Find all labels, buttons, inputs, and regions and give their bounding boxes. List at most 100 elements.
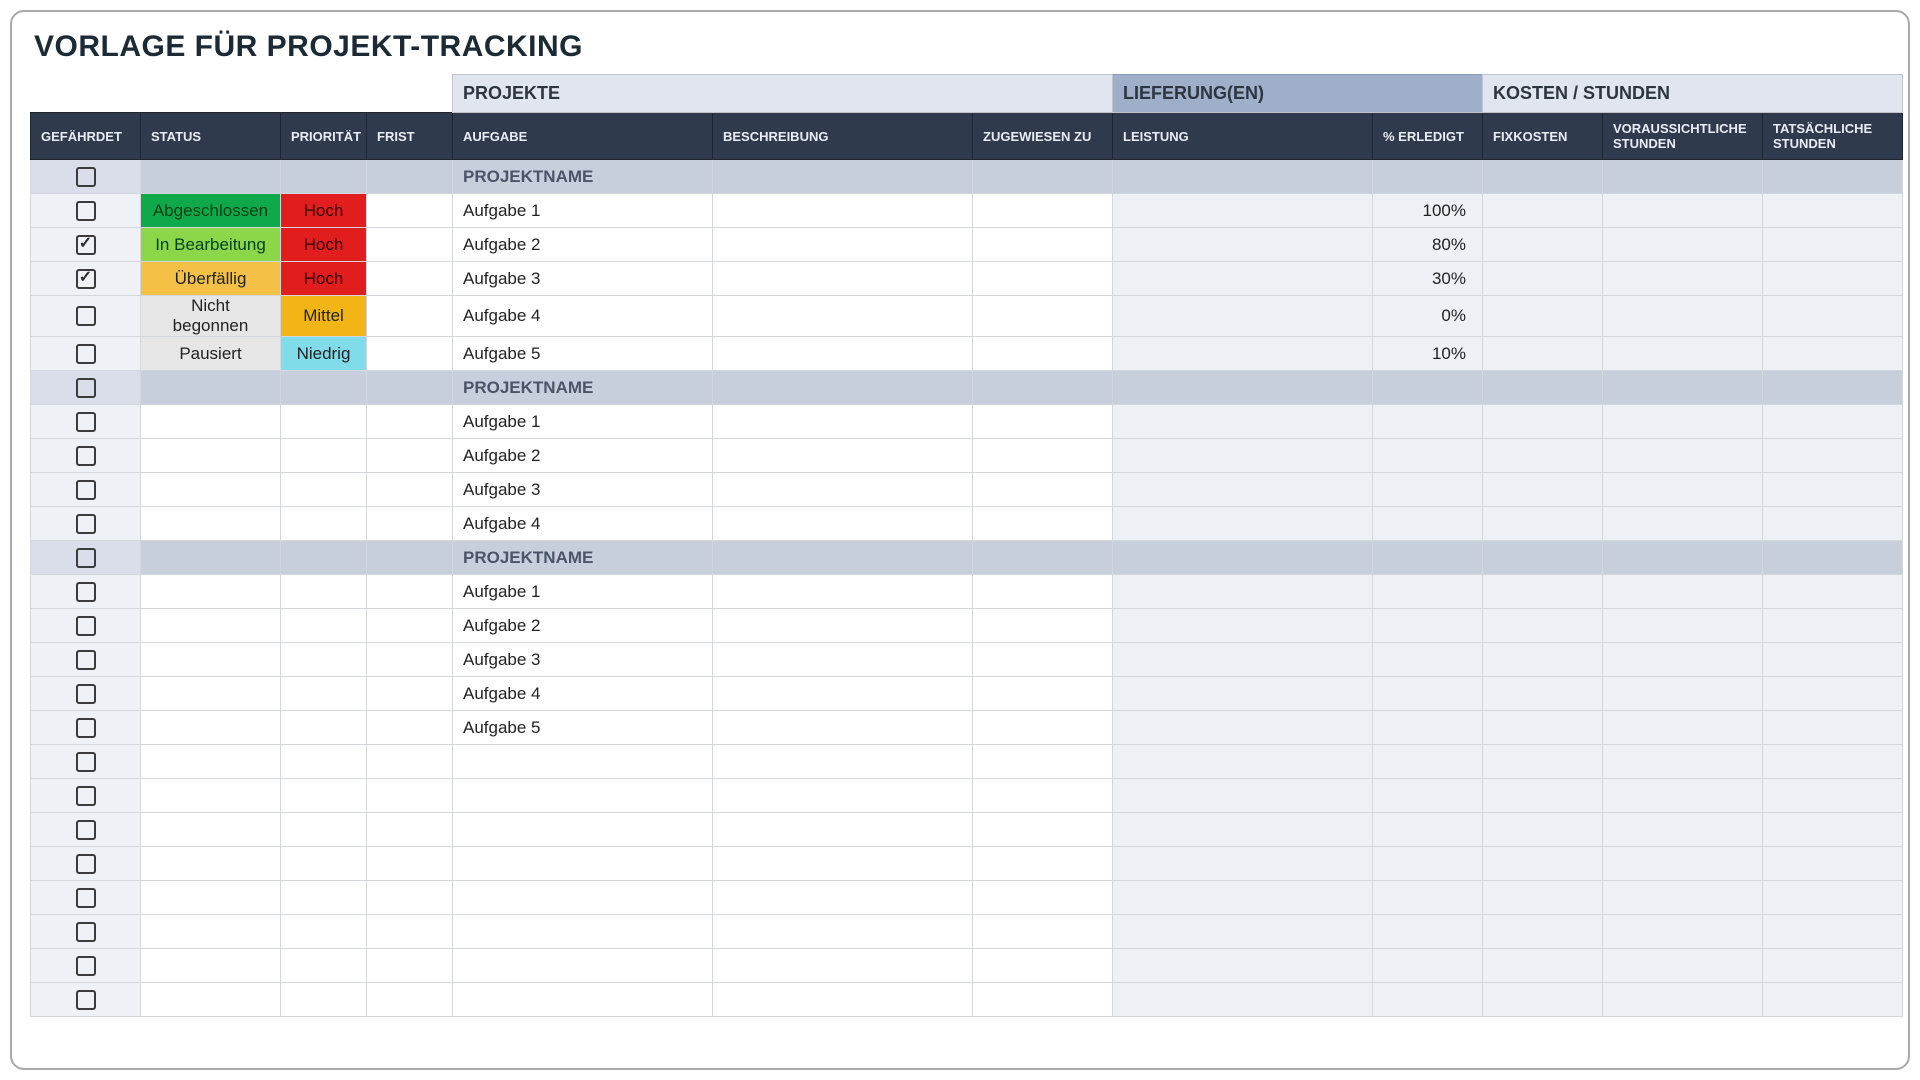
status-cell[interactable]: Nicht begonnen <box>141 296 281 337</box>
actual-hours-cell[interactable] <box>1763 405 1903 439</box>
blank-row[interactable] <box>31 779 1903 813</box>
estimated-hours-cell[interactable] <box>1603 779 1763 813</box>
frist-cell[interactable] <box>367 405 453 439</box>
performance-cell[interactable] <box>1113 262 1373 296</box>
blank-row[interactable] <box>31 915 1903 949</box>
status-cell[interactable] <box>141 847 281 881</box>
actual-hours-cell[interactable] <box>1763 296 1903 337</box>
status-cell[interactable] <box>141 983 281 1017</box>
task-cell[interactable]: PROJEKTNAME <box>453 371 713 405</box>
frist-cell[interactable] <box>367 949 453 983</box>
percent-done-cell[interactable] <box>1373 949 1483 983</box>
percent-done-cell[interactable] <box>1373 439 1483 473</box>
frist-cell[interactable] <box>367 711 453 745</box>
task-cell[interactable] <box>453 949 713 983</box>
percent-done-cell[interactable] <box>1373 881 1483 915</box>
blank-row[interactable] <box>31 847 1903 881</box>
assigned-cell[interactable] <box>973 949 1113 983</box>
col-beschreibung[interactable]: BESCHREIBUNG <box>713 113 973 160</box>
percent-done-cell[interactable] <box>1373 575 1483 609</box>
estimated-hours-cell[interactable] <box>1603 711 1763 745</box>
checkbox[interactable] <box>76 306 96 326</box>
priority-cell[interactable] <box>281 643 367 677</box>
fixcost-cell[interactable] <box>1483 296 1603 337</box>
percent-done-cell[interactable] <box>1373 779 1483 813</box>
performance-cell[interactable] <box>1113 847 1373 881</box>
task-cell[interactable]: PROJEKTNAME <box>453 160 713 194</box>
performance-cell[interactable] <box>1113 677 1373 711</box>
blank-row[interactable] <box>31 983 1903 1017</box>
description-cell[interactable] <box>713 337 973 371</box>
percent-done-cell[interactable] <box>1373 643 1483 677</box>
status-cell[interactable] <box>141 745 281 779</box>
task-cell[interactable]: Aufgabe 1 <box>453 194 713 228</box>
priority-cell[interactable] <box>281 575 367 609</box>
priority-cell[interactable] <box>281 847 367 881</box>
description-cell[interactable] <box>713 371 973 405</box>
performance-cell[interactable] <box>1113 439 1373 473</box>
performance-cell[interactable] <box>1113 609 1373 643</box>
task-cell[interactable]: Aufgabe 1 <box>453 575 713 609</box>
actual-hours-cell[interactable] <box>1763 949 1903 983</box>
estimated-hours-cell[interactable] <box>1603 262 1763 296</box>
checkbox[interactable] <box>76 235 96 255</box>
estimated-hours-cell[interactable] <box>1603 337 1763 371</box>
fixcost-cell[interactable] <box>1483 609 1603 643</box>
task-row[interactable]: Aufgabe 4 <box>31 677 1903 711</box>
assigned-cell[interactable] <box>973 473 1113 507</box>
estimated-hours-cell[interactable] <box>1603 677 1763 711</box>
frist-cell[interactable] <box>367 915 453 949</box>
performance-cell[interactable] <box>1113 949 1373 983</box>
estimated-hours-cell[interactable] <box>1603 473 1763 507</box>
fixcost-cell[interactable] <box>1483 677 1603 711</box>
blank-row[interactable] <box>31 813 1903 847</box>
task-row[interactable]: Aufgabe 1 <box>31 405 1903 439</box>
project-row[interactable]: PROJEKTNAME <box>31 371 1903 405</box>
percent-done-cell[interactable] <box>1373 711 1483 745</box>
assigned-cell[interactable] <box>973 711 1113 745</box>
checkbox[interactable] <box>76 378 96 398</box>
estimated-hours-cell[interactable] <box>1603 609 1763 643</box>
description-cell[interactable] <box>713 643 973 677</box>
percent-done-cell[interactable]: 100% <box>1373 194 1483 228</box>
performance-cell[interactable] <box>1113 473 1373 507</box>
description-cell[interactable] <box>713 609 973 643</box>
checkbox[interactable] <box>76 269 96 289</box>
gefaehrdet-cell[interactable] <box>31 405 141 439</box>
task-cell[interactable]: Aufgabe 3 <box>453 473 713 507</box>
assigned-cell[interactable] <box>973 745 1113 779</box>
status-cell[interactable]: Abgeschlossen <box>141 194 281 228</box>
description-cell[interactable] <box>713 575 973 609</box>
assigned-cell[interactable] <box>973 541 1113 575</box>
assigned-cell[interactable] <box>973 847 1113 881</box>
gefaehrdet-cell[interactable] <box>31 371 141 405</box>
performance-cell[interactable] <box>1113 643 1373 677</box>
performance-cell[interactable] <box>1113 160 1373 194</box>
percent-done-cell[interactable] <box>1373 371 1483 405</box>
performance-cell[interactable] <box>1113 371 1373 405</box>
status-cell[interactable] <box>141 609 281 643</box>
performance-cell[interactable] <box>1113 194 1373 228</box>
performance-cell[interactable] <box>1113 405 1373 439</box>
assigned-cell[interactable] <box>973 371 1113 405</box>
assigned-cell[interactable] <box>973 337 1113 371</box>
priority-cell[interactable] <box>281 915 367 949</box>
priority-cell[interactable] <box>281 439 367 473</box>
actual-hours-cell[interactable] <box>1763 337 1903 371</box>
col-zugewiesen[interactable]: ZUGEWIESEN ZU <box>973 113 1113 160</box>
description-cell[interactable] <box>713 262 973 296</box>
checkbox[interactable] <box>76 820 96 840</box>
task-row[interactable]: In BearbeitungHochAufgabe 280% <box>31 228 1903 262</box>
checkbox[interactable] <box>76 684 96 704</box>
task-row[interactable]: Aufgabe 4 <box>31 507 1903 541</box>
performance-cell[interactable] <box>1113 337 1373 371</box>
gefaehrdet-cell[interactable] <box>31 881 141 915</box>
frist-cell[interactable] <box>367 371 453 405</box>
percent-done-cell[interactable] <box>1373 983 1483 1017</box>
actual-hours-cell[interactable] <box>1763 262 1903 296</box>
status-cell[interactable] <box>141 643 281 677</box>
fixcost-cell[interactable] <box>1483 983 1603 1017</box>
task-cell[interactable]: Aufgabe 3 <box>453 643 713 677</box>
gefaehrdet-cell[interactable] <box>31 296 141 337</box>
percent-done-cell[interactable] <box>1373 609 1483 643</box>
